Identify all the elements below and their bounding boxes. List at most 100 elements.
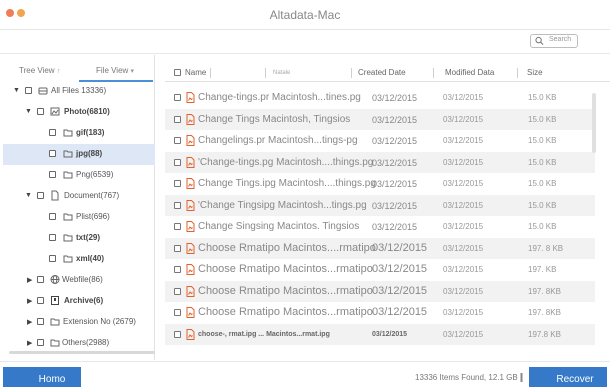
- document-icon: [51, 190, 59, 201]
- tree-checkbox[interactable]: [49, 234, 56, 241]
- tree-item-gif[interactable]: gif(183): [3, 123, 155, 144]
- expand-arrow-icon[interactable]: ▼: [13, 87, 21, 95]
- row-checkbox[interactable]: [174, 201, 181, 209]
- table-row[interactable]: Change Tings.ipg Macintosh....things.pg 0…: [165, 173, 595, 194]
- expand-arrow-icon[interactable]: ▼: [25, 108, 33, 116]
- tree-checkbox[interactable]: [49, 129, 56, 136]
- table-row[interactable]: choose-, rmat.ipg ... Macintos...rmat.ip…: [165, 323, 595, 345]
- home-button[interactable]: Homo: [3, 367, 81, 387]
- sidebar: Tree View ↑ File View ▾ ▼ All Files 1333…: [3, 55, 155, 360]
- table-row[interactable]: Change Tings Macintosh, Tingsios 03/12/20…: [165, 108, 595, 130]
- column-header-size[interactable]: Size: [527, 68, 543, 77]
- file-size: 15.0 KB: [528, 200, 557, 210]
- row-checkbox[interactable]: [174, 158, 181, 166]
- table-row[interactable]: Choose Rmatipo Macintos...rmatipo 03/12/2…: [165, 259, 595, 280]
- recover-button[interactable]: Recover: [529, 367, 607, 387]
- row-checkbox[interactable]: [174, 223, 181, 230]
- tree-item-extension-no[interactable]: ▶ Extension No (2679): [3, 312, 155, 333]
- tree-checkbox[interactable]: [49, 150, 56, 157]
- table-row[interactable]: Choose Rmatipo Macintos...rmatipo 03/12/2…: [165, 280, 595, 302]
- created-date: 03/12/2015: [372, 114, 418, 125]
- tab-file-view[interactable]: File View ▾: [96, 66, 134, 75]
- row-checkbox[interactable]: [174, 309, 181, 316]
- hard-drive-icon: [38, 87, 48, 95]
- table-row[interactable]: Change-tings.pr Macintosh...tines.pg 03/1…: [165, 87, 595, 108]
- column-divider[interactable]: [210, 68, 211, 78]
- table-row[interactable]: Choose Rmatipo Macintos...rmatipo 03/12/2…: [165, 302, 595, 323]
- tree-checkbox[interactable]: [37, 297, 44, 304]
- row-checkbox[interactable]: [174, 137, 181, 144]
- table-row[interactable]: Change Singsing Macintos. Tingsios 03/12/…: [165, 216, 595, 237]
- table-row[interactable]: 'Change Tingsipg Macintosh...tings.pg 03/…: [165, 194, 595, 216]
- expand-arrow-icon[interactable]: ▼: [25, 192, 33, 200]
- search-input[interactable]: Search: [530, 34, 578, 48]
- search-icon: [535, 36, 544, 45]
- collapse-arrow-icon[interactable]: ▶: [27, 276, 35, 284]
- tree-item-txt[interactable]: txt(29): [3, 228, 155, 249]
- file-name: Choose Rmatipo Macintos...rmatipo: [198, 263, 373, 275]
- tree-checkbox[interactable]: [37, 108, 44, 115]
- tree-checkbox[interactable]: [37, 339, 44, 346]
- tree-item-label: Plist(696): [76, 212, 110, 221]
- window-title: Altadata-Mac: [269, 8, 341, 22]
- tree-checkbox[interactable]: [49, 213, 56, 220]
- tree-item-label: txt(29): [76, 233, 101, 242]
- row-checkbox[interactable]: [174, 115, 181, 123]
- title-bar: Altadata-Mac: [0, 0, 610, 30]
- tree-item-png[interactable]: Png(6539): [3, 165, 155, 186]
- select-all-checkbox[interactable]: [174, 69, 181, 76]
- table-row[interactable]: Choose Rmatipo Macintos....rmatipo 03/12/…: [165, 237, 595, 259]
- tree-item-label: Png(6539): [76, 170, 114, 179]
- collapse-arrow-icon[interactable]: ▶: [27, 297, 35, 305]
- file-size: 15.0 KB: [528, 179, 557, 188]
- image-file-icon: [186, 221, 195, 232]
- file-name: 'Change Tingsipg Macintosh...tings.pg: [198, 199, 367, 211]
- column-divider[interactable]: [351, 68, 352, 78]
- table-row[interactable]: 'Change-tings.pg Macintosh....things.pg 0…: [165, 151, 595, 173]
- list-vertical-scrollbar[interactable]: [592, 93, 596, 153]
- row-checkbox[interactable]: [174, 330, 181, 338]
- column-header-name[interactable]: Name: [185, 68, 206, 77]
- tree-item-jpg[interactable]: jpg(88): [3, 144, 155, 165]
- collapse-arrow-icon[interactable]: ▶: [27, 339, 35, 347]
- created-date: 03/12/2015: [372, 136, 418, 146]
- column-header-modified[interactable]: Modified Data: [445, 68, 494, 77]
- collapse-arrow-icon[interactable]: ▶: [27, 318, 35, 326]
- tree-item-webfile[interactable]: ▶ Webfile(86): [3, 270, 155, 291]
- column-header-created[interactable]: Created Date: [358, 68, 406, 77]
- column-header-path[interactable]: Natale: [273, 70, 290, 76]
- image-file-icon: [186, 135, 195, 146]
- toolbar: Search: [0, 30, 610, 54]
- modified-date: 03/12/2015: [443, 157, 484, 167]
- created-date: 03/12/2015: [372, 200, 418, 211]
- tree-item-label: Archive(6): [64, 296, 104, 305]
- tree-item-plist[interactable]: Plist(696): [3, 207, 155, 228]
- tree-checkbox[interactable]: [37, 318, 44, 325]
- sidebar-horizontal-scrollbar[interactable]: [9, 351, 155, 354]
- table-row[interactable]: Changelings.pr Macintosh...tings-pg 03/12…: [165, 130, 595, 151]
- tree-item-all-files[interactable]: ▼ All Files 13336): [3, 81, 155, 102]
- tree-checkbox[interactable]: [49, 255, 56, 262]
- tree-item-document[interactable]: ▼ Document(767): [3, 186, 155, 207]
- folder-icon: [63, 171, 73, 179]
- tree-checkbox[interactable]: [25, 87, 32, 94]
- tab-tree-view[interactable]: Tree View ↑: [19, 66, 60, 75]
- tree-item-xml[interactable]: xml(40): [3, 249, 155, 270]
- row-checkbox[interactable]: [174, 266, 181, 273]
- tree-item-archive[interactable]: ▶ Archive(6): [3, 291, 155, 312]
- row-checkbox[interactable]: [174, 287, 181, 295]
- column-divider[interactable]: [517, 68, 518, 78]
- file-list-panel: Name Natale Created Date Modified Data S…: [165, 55, 610, 360]
- tree-item-photo[interactable]: ▼ Photo(6810): [3, 102, 155, 123]
- chevron-down-icon: ▾: [130, 68, 135, 75]
- tree-checkbox[interactable]: [37, 192, 44, 199]
- modified-date: 03/12/2015: [443, 222, 484, 231]
- file-name: Change Singsing Macintos. Tingsios: [198, 221, 360, 232]
- row-checkbox[interactable]: [174, 180, 181, 187]
- row-checkbox[interactable]: [174, 94, 181, 101]
- row-checkbox[interactable]: [174, 244, 181, 252]
- tree-checkbox[interactable]: [37, 276, 44, 283]
- tree-checkbox[interactable]: [49, 171, 56, 178]
- column-divider[interactable]: [433, 68, 434, 78]
- column-divider[interactable]: [265, 68, 266, 78]
